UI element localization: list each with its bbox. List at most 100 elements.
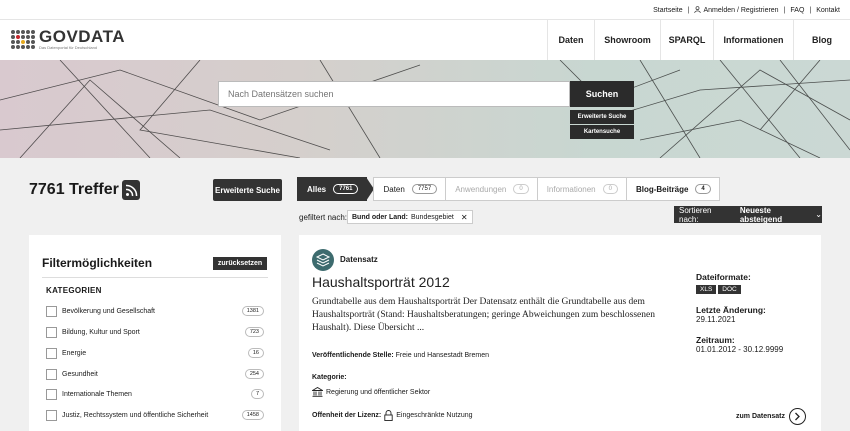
utility-bar: Startseite | Anmelden / Registrieren | F… bbox=[0, 0, 850, 19]
publisher: Veröffentlichende Stelle: Freie und Hans… bbox=[312, 352, 489, 359]
nav-showroom[interactable]: Showroom bbox=[594, 20, 660, 60]
checkbox[interactable] bbox=[46, 326, 57, 338]
sort-dropdown[interactable]: Sortieren nach: Neueste absteigend ⌄ bbox=[674, 205, 822, 224]
filtered-by-label: gefiltert nach: bbox=[299, 213, 348, 222]
result-type: Datensatz bbox=[340, 255, 378, 264]
rss-button[interactable] bbox=[122, 180, 140, 200]
network-lines-graphic bbox=[0, 60, 850, 158]
filter-sidebar: Filtermöglichkeiten zurücksetzen KATEGOR… bbox=[29, 235, 281, 431]
checkbox[interactable] bbox=[46, 409, 57, 421]
government-building-icon bbox=[312, 387, 323, 397]
result-type-tabs: Alles 7761 Daten 7757 Anwendungen 0 Info… bbox=[297, 177, 720, 201]
logo-name: GOVDATA bbox=[39, 27, 125, 46]
category-count: 16 bbox=[247, 348, 264, 358]
category-label: Kategorie: bbox=[312, 374, 347, 381]
login-link[interactable]: Anmelden / Registrieren bbox=[694, 6, 779, 14]
result-count: 7761 Treffer bbox=[29, 181, 119, 198]
close-icon[interactable]: ✕ bbox=[461, 213, 468, 222]
checkbox[interactable] bbox=[46, 368, 57, 380]
tab-label: Anwendungen bbox=[455, 184, 507, 194]
result-description: Grundtabelle aus dem Haushaltsporträt De… bbox=[312, 297, 655, 333]
logo[interactable]: GOVDATA Das Datenportal für Deutschland bbox=[11, 28, 125, 50]
search-button[interactable]: Suchen bbox=[570, 81, 634, 107]
separator: | bbox=[783, 6, 786, 14]
result-meta: Dateiformate: XLS DOC Letzte Änderung: 29… bbox=[696, 272, 783, 354]
category-heading: KATEGORIEN bbox=[46, 286, 102, 295]
category-count: 723 bbox=[244, 327, 264, 337]
tab-label: Blog-Beiträge bbox=[635, 184, 689, 194]
main-nav: Daten Showroom SPARQL Informationen Blog bbox=[547, 20, 850, 60]
publisher-value: Freie und Hansestadt Bremen bbox=[395, 352, 490, 359]
link-startseite[interactable]: Startseite bbox=[653, 7, 683, 14]
login-label: Anmelden / Registrieren bbox=[703, 7, 779, 14]
period-value: 01.01.2012 - 30.12.9999 bbox=[696, 345, 784, 354]
category-filter-item[interactable]: Bevölkerung und Gesellschaft 1381 bbox=[46, 304, 266, 318]
license-label: Offenheit der Lizenz: bbox=[312, 412, 382, 419]
advanced-search-link[interactable]: Erweiterte Suche bbox=[570, 110, 634, 124]
site-header: GOVDATA Das Datenportal für Deutschland … bbox=[0, 19, 850, 60]
category-filter-item[interactable]: Energie 16 bbox=[46, 346, 266, 360]
category-label: Energie bbox=[62, 349, 87, 357]
tab-label: Daten bbox=[383, 184, 405, 194]
category-count: 1458 bbox=[241, 410, 264, 420]
format-badge: DOC bbox=[718, 285, 741, 294]
to-dataset-link[interactable]: zum Datensatz bbox=[736, 408, 807, 425]
reset-button[interactable]: zurücksetzen bbox=[213, 257, 267, 270]
checkbox[interactable] bbox=[46, 347, 57, 359]
category-label: Justiz, Rechtssystem und öffentliche Sic… bbox=[62, 411, 209, 419]
hero-banner bbox=[0, 60, 850, 158]
category-label: Bildung, Kultur und Sport bbox=[62, 328, 140, 336]
tab-label: Alles bbox=[307, 184, 327, 194]
modified-value: 29.11.2021 bbox=[696, 315, 736, 324]
tab-informationen[interactable]: Informationen 0 bbox=[536, 177, 627, 201]
result-title[interactable]: Haushaltsporträt 2012 bbox=[312, 274, 450, 290]
tab-alles[interactable]: Alles 7761 bbox=[297, 177, 368, 201]
tab-daten[interactable]: Daten 7757 bbox=[373, 177, 447, 201]
dataset-layers-icon bbox=[312, 249, 334, 271]
filter-key: Bund oder Land: bbox=[352, 213, 408, 221]
category-filter-item[interactable]: Bildung, Kultur und Sport 723 bbox=[46, 325, 266, 339]
category-filter-item[interactable]: Gesundheit 254 bbox=[46, 367, 266, 381]
modified-label: Letzte Änderung: bbox=[696, 305, 766, 315]
tab-anwendungen[interactable]: Anwendungen 0 bbox=[445, 177, 538, 201]
lock-icon bbox=[384, 410, 393, 421]
map-search-link[interactable]: Kartensuche bbox=[570, 125, 634, 139]
logo-tagline: Das Datenportal für Deutschland bbox=[39, 45, 98, 50]
category: Regierung und öffentlicher Sektor bbox=[312, 387, 430, 397]
license-value: Eingeschränkte Nutzung bbox=[396, 412, 473, 419]
checkbox[interactable] bbox=[46, 388, 57, 400]
nav-sparql[interactable]: SPARQL bbox=[660, 20, 713, 60]
divider bbox=[42, 277, 268, 278]
tab-label: Informationen bbox=[546, 184, 596, 194]
chevron-right-icon bbox=[789, 408, 807, 425]
category-count: 1381 bbox=[241, 306, 264, 316]
format-badge: XLS bbox=[696, 285, 717, 294]
filter-value: Bundesgebiet bbox=[411, 213, 454, 221]
logo-dots-icon bbox=[11, 29, 35, 49]
category-value: Regierung und öffentlicher Sektor bbox=[326, 388, 431, 396]
checkbox[interactable] bbox=[46, 305, 57, 317]
tab-blog[interactable]: Blog-Beiträge 4 bbox=[625, 177, 720, 201]
chevron-down-icon: ⌄ bbox=[815, 210, 822, 219]
publisher-label: Veröffentlichende Stelle: bbox=[312, 352, 394, 359]
category-filter-item[interactable]: Internationale Themen 7 bbox=[46, 387, 266, 401]
sort-label: Sortieren nach: bbox=[679, 205, 712, 224]
advanced-search-button[interactable]: Erweiterte Suche bbox=[213, 179, 282, 201]
separator: | bbox=[687, 6, 690, 14]
category-filter-item[interactable]: Justiz, Rechtssystem und öffentliche Sic… bbox=[46, 408, 266, 422]
result-card: Datensatz Haushaltsporträt 2012 Grundtab… bbox=[299, 235, 821, 431]
category-label: Internationale Themen bbox=[62, 390, 132, 398]
category-label: Gesundheit bbox=[62, 370, 98, 378]
active-filter-chip[interactable]: Bund oder Land: Bundesgebiet ✕ bbox=[347, 210, 473, 224]
period-label: Zeitraum: bbox=[696, 335, 735, 345]
nav-informationen[interactable]: Informationen bbox=[713, 20, 793, 60]
search-input[interactable] bbox=[218, 81, 570, 107]
link-faq[interactable]: FAQ bbox=[790, 7, 804, 14]
nav-blog[interactable]: Blog bbox=[793, 20, 850, 60]
category-label: Bevölkerung und Gesellschaft bbox=[62, 307, 155, 315]
nav-daten[interactable]: Daten bbox=[547, 20, 594, 60]
link-kontakt[interactable]: Kontakt bbox=[816, 7, 840, 14]
category-count: 7 bbox=[250, 389, 264, 399]
user-icon bbox=[694, 6, 702, 13]
tab-count: 0 bbox=[513, 184, 529, 194]
